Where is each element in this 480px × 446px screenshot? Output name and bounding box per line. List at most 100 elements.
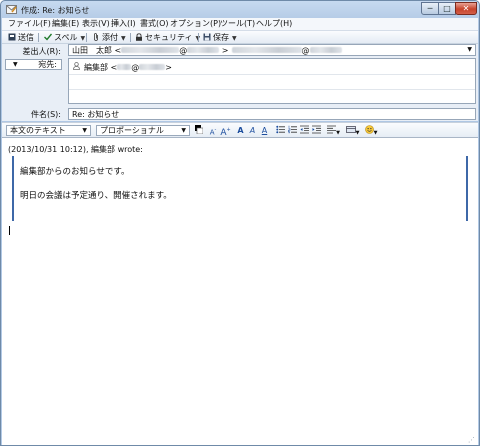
chevron-down-icon: ▼: [13, 61, 18, 68]
bullet-list-icon[interactable]: [275, 125, 285, 136]
compose-app-icon: [6, 5, 17, 14]
menu-format[interactable]: 書式(O): [140, 19, 169, 29]
title-bar[interactable]: 作成: Re: お知らせ ─ □ ✕: [1, 1, 479, 19]
recipient-name: 編集部 <: [84, 63, 118, 72]
align-left-icon: [327, 125, 337, 134]
outdent-icon[interactable]: [299, 125, 309, 136]
menu-edit[interactable]: 編集(E): [52, 19, 79, 29]
from-at-sign: @: [179, 46, 188, 55]
italic-icon[interactable]: A: [248, 125, 257, 136]
chevron-down-icon: ▼: [373, 130, 378, 136]
quoted-line: 編集部からのお知らせです。: [20, 167, 130, 177]
from-value: 山田 太郎 < @ > @: [72, 46, 342, 56]
quoted-line: 明日の会議は予定通り、開催されます。: [20, 191, 172, 201]
toolbar-separator: [198, 33, 199, 42]
text-color-icon: [194, 125, 203, 135]
from-select[interactable]: 山田 太郎 < @ > @ ▼: [68, 44, 476, 56]
from-separator: >: [219, 46, 229, 55]
menu-options[interactable]: オプション(P): [170, 19, 221, 29]
redacted-text: [121, 47, 180, 53]
redacted-text: [139, 64, 166, 70]
menu-view[interactable]: 表示(V): [82, 19, 110, 29]
attach-button[interactable]: 添付 ▼: [92, 32, 126, 43]
resize-grip-icon[interactable]: ⋰: [468, 436, 476, 444]
check-icon: [44, 33, 52, 41]
menu-bar: ファイル(F) 編集(E) 表示(V) 挿入(I) 書式(O) オプション(P)…: [2, 18, 478, 31]
numbered-list-icon[interactable]: [287, 125, 297, 136]
redacted-text: [187, 47, 220, 53]
save-dropdown-icon[interactable]: ▼: [232, 35, 237, 42]
recipient-row-empty[interactable]: [69, 89, 475, 104]
floppy-disk-icon: [203, 33, 211, 41]
security-button[interactable]: セキュリティ▼: [135, 32, 200, 43]
recipient-row-empty[interactable]: [69, 74, 475, 90]
menu-help[interactable]: ヘルプ(H): [256, 19, 292, 29]
recipient-type-label: 宛先:: [38, 60, 57, 69]
window-title: 作成: Re: お知らせ: [21, 6, 90, 15]
close-button[interactable]: ✕: [455, 2, 477, 15]
spell-dropdown-icon[interactable]: ▼: [80, 35, 85, 42]
chevron-down-icon: ▼: [82, 127, 87, 134]
redacted-text: [309, 47, 342, 53]
smiley-icon: [364, 125, 374, 134]
from-at-sign: @: [301, 46, 310, 55]
insert-object-icon: [345, 126, 356, 133]
compose-window: 作成: Re: お知らせ ─ □ ✕ ファイル(F) 編集(E) 表示(V) 挿…: [0, 0, 480, 446]
recipient-value: 編集部 < @ >: [84, 62, 172, 73]
from-name: 山田 太郎 <: [72, 46, 122, 55]
send-button[interactable]: 送信: [8, 32, 34, 43]
toolbar-separator: [86, 33, 87, 42]
recipient-row[interactable]: 編集部 < @ >: [69, 59, 475, 75]
menu-file[interactable]: ファイル(F): [8, 19, 51, 29]
chevron-down-icon: ▼: [355, 130, 360, 136]
lock-icon: [136, 33, 142, 41]
minimize-icon: ─: [427, 4, 433, 13]
send-label: 送信: [18, 33, 34, 42]
chevron-down-icon: ▼: [181, 127, 186, 134]
spell-button[interactable]: スペル ▼: [44, 32, 85, 43]
spell-label: スペル: [54, 33, 78, 42]
chevron-down-icon: ▼: [336, 130, 340, 136]
save-button[interactable]: 保存 ▼: [203, 32, 237, 43]
compose-toolbar: 送信 スペル▼ 添付▼ セキュリティ▼ 保存▼: [2, 31, 478, 44]
subject-input[interactable]: Re: お知らせ: [68, 108, 476, 120]
format-toolbar: 本文のテキスト ▼ プロポーショナル ▼ A- A+ A A A ▼ ▼ ▼: [2, 122, 478, 138]
toolbar-separator: [130, 33, 131, 42]
subject-value: Re: お知らせ: [72, 110, 120, 119]
maximize-icon: □: [443, 4, 451, 13]
recipient-close: >: [165, 63, 172, 72]
bold-icon[interactable]: A: [236, 125, 245, 136]
underline-icon[interactable]: A: [260, 125, 269, 136]
address-book-card-icon: [73, 62, 80, 70]
font-select[interactable]: プロポーショナル ▼: [96, 125, 190, 136]
emoticon-button[interactable]: ▼: [363, 125, 379, 136]
minimize-button[interactable]: ─: [421, 2, 439, 15]
indent-icon[interactable]: [311, 125, 321, 136]
recipient-at-sign: @: [131, 63, 140, 72]
text-color-button[interactable]: [194, 125, 203, 136]
attach-dropdown-icon[interactable]: ▼: [121, 35, 126, 42]
maximize-button[interactable]: □: [438, 2, 456, 15]
larger-font-icon[interactable]: A+: [220, 125, 231, 138]
message-body-editor[interactable]: (2013/10/31 10:12), 編集部 wrote: 編集部からのお知ら…: [2, 137, 478, 445]
subject-label: 件名(S):: [30, 110, 61, 119]
smaller-font-icon[interactable]: A-: [208, 125, 218, 136]
send-icon: [8, 33, 16, 41]
chevron-down-icon[interactable]: ▼: [467, 46, 472, 53]
recipient-list[interactable]: 編集部 < @ >: [68, 58, 476, 104]
align-button[interactable]: ▼: [326, 125, 341, 136]
font-value: プロポーショナル: [100, 126, 164, 135]
redacted-text: [117, 64, 132, 70]
toolbar-separator: [38, 33, 39, 42]
recipient-type-select[interactable]: ▼ 宛先:: [5, 59, 62, 70]
insert-button[interactable]: ▼: [344, 125, 361, 136]
menu-tools[interactable]: ツール(T): [220, 19, 255, 29]
text-cursor: [9, 226, 10, 235]
quoted-block: 編集部からのお知らせです。 明日の会議は予定通り、開催されます。: [12, 156, 468, 221]
menu-insert[interactable]: 挿入(I): [111, 19, 136, 29]
redacted-text: [231, 47, 302, 53]
message-header: 差出人(R): 山田 太郎 < @ > @ ▼ ▼ 宛先: 編集部 < @ > 件名(S…: [2, 44, 478, 121]
attach-label: 添付: [102, 33, 118, 42]
paragraph-format-select[interactable]: 本文のテキスト ▼: [6, 125, 91, 136]
paragraph-format-value: 本文のテキスト: [10, 126, 66, 135]
